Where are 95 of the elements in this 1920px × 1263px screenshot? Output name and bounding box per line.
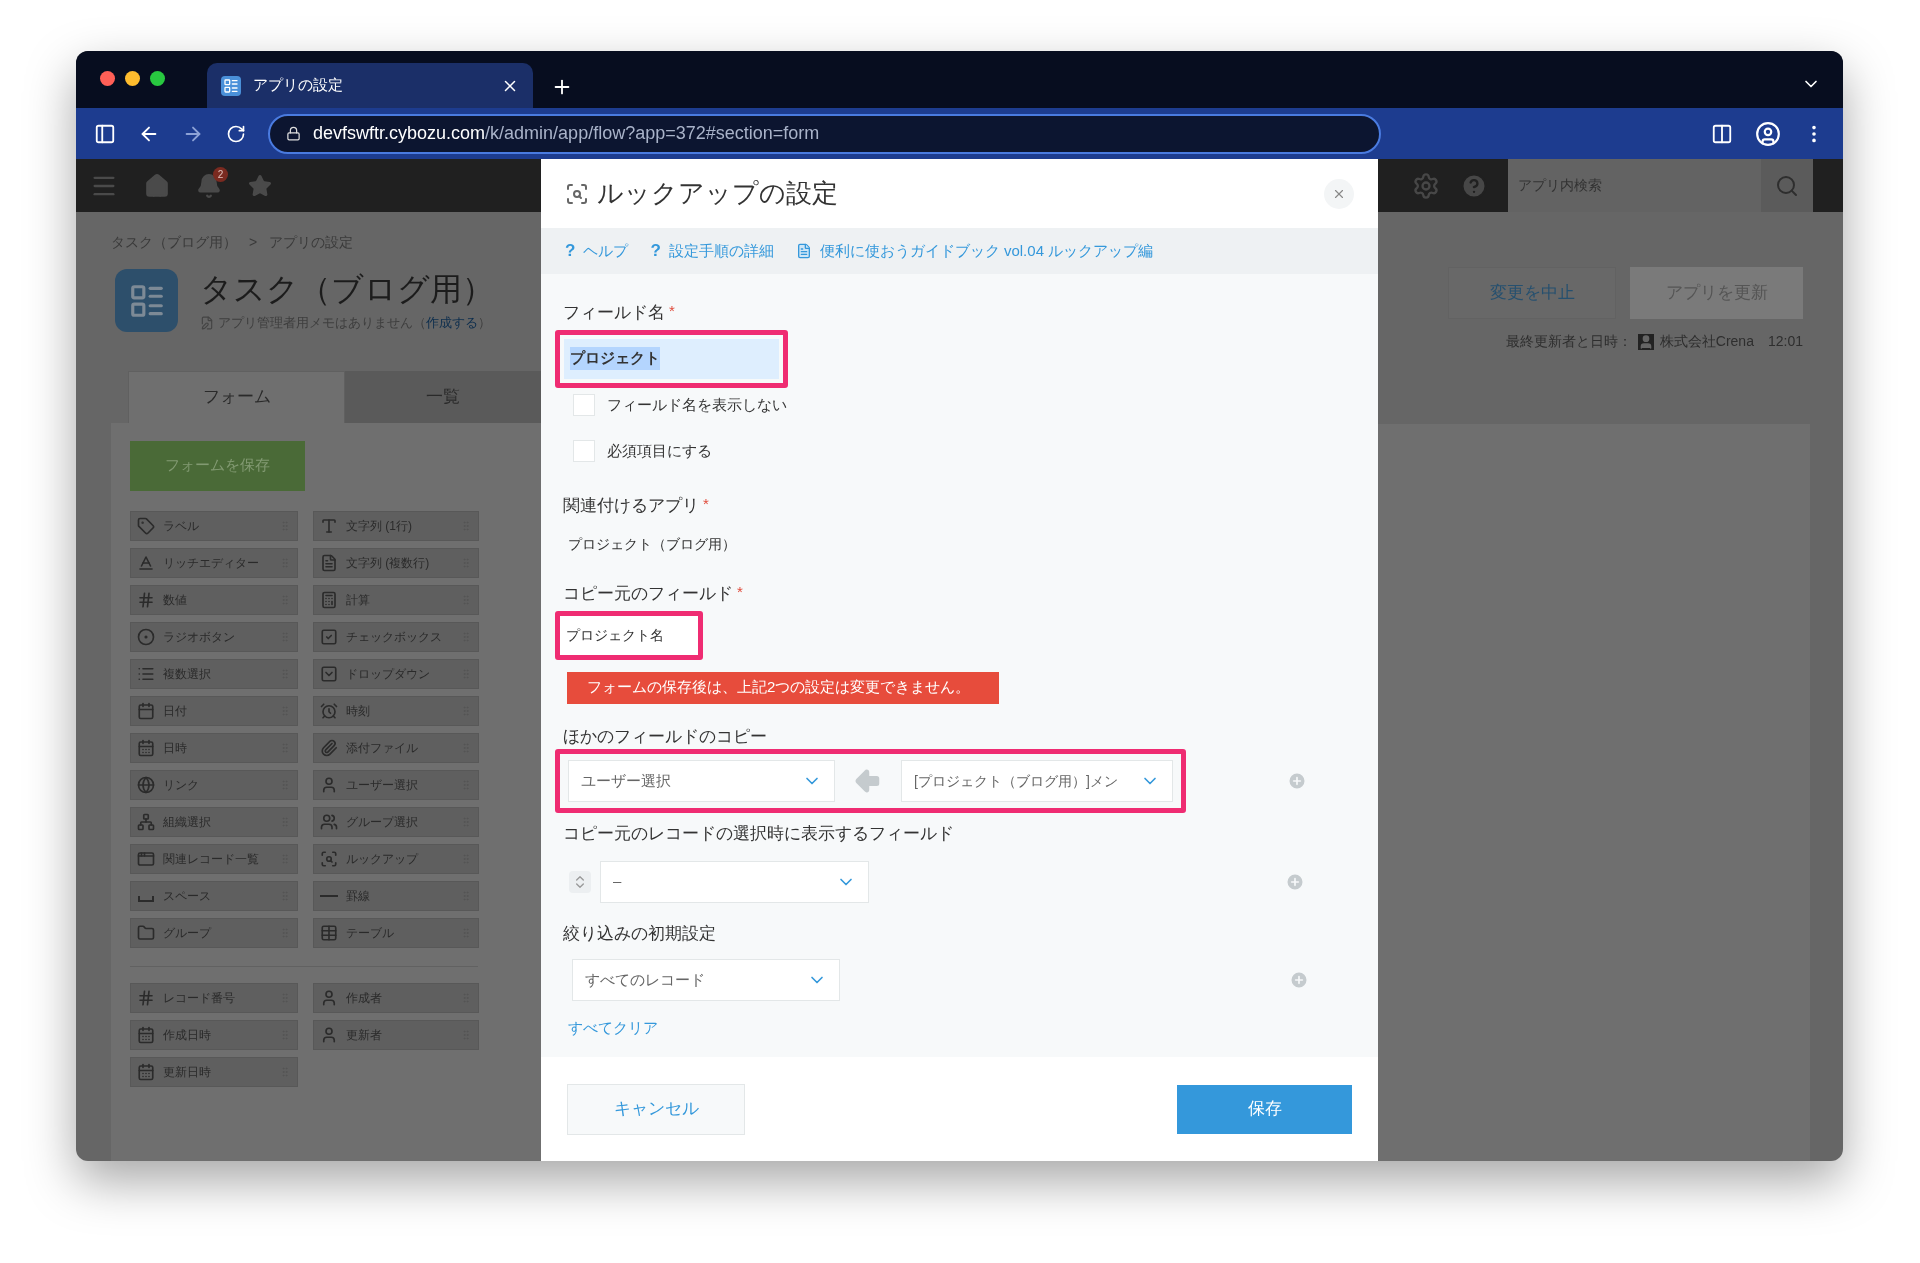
app-icon	[115, 269, 178, 332]
minimize-window-icon[interactable]	[125, 70, 140, 86]
globe-icon	[137, 775, 155, 794]
paperclip-icon	[320, 738, 338, 757]
select-field[interactable]: すべてのレコード	[572, 959, 840, 1001]
add-icon[interactable]	[1287, 771, 1307, 791]
last-updated-user: 株式会社Crena	[1659, 332, 1754, 351]
dropdown-icon	[320, 664, 338, 683]
question-icon: ?	[650, 238, 661, 264]
create-memo-link[interactable]: 作成する	[426, 315, 478, 330]
tag-icon	[137, 516, 155, 535]
clear-all-link[interactable]: すべてクリア	[568, 1017, 658, 1040]
field-name-input[interactable]: プロジェクト	[564, 338, 779, 379]
app-title: タスク（ブログ用）	[200, 270, 494, 309]
reload-icon[interactable]	[226, 123, 246, 144]
field-label: ほかのフィールドのコピー	[563, 726, 767, 746]
select-field[interactable]: –	[600, 860, 869, 903]
document-icon	[795, 243, 812, 259]
close-button[interactable]	[1324, 178, 1354, 209]
user-icon	[320, 775, 338, 794]
cancel-button[interactable]: キャンセル	[567, 1083, 745, 1135]
settings-icon[interactable]	[1412, 171, 1440, 200]
letter-icon	[137, 553, 155, 572]
url-text: devfswftr.cybozu.com/k/admin/app/flow?app=372#section=form	[313, 122, 820, 145]
sidebar-icon[interactable]	[94, 122, 116, 145]
table-icon	[320, 923, 338, 942]
checkbox[interactable]	[573, 440, 595, 463]
browser-tab[interactable]: アプリの設定	[207, 63, 533, 108]
warning-banner: フォームの保存後は、上記2つの設定は変更できません。	[567, 671, 999, 704]
calendar-icon	[137, 701, 155, 720]
related-app-value: プロジェクト（ブログ用）	[568, 535, 737, 554]
tab-title: アプリの設定	[253, 75, 344, 96]
calculator-icon	[320, 590, 338, 609]
radio-icon	[137, 627, 155, 646]
alarm-clock-icon	[320, 701, 338, 720]
close-window-icon[interactable]	[100, 70, 115, 86]
last-updated-time: 12:01	[1767, 332, 1803, 351]
search-icon	[1775, 173, 1799, 198]
star-icon[interactable]	[248, 173, 272, 198]
user-icon	[1637, 333, 1654, 350]
field-label: 関連付けるアプリ	[563, 494, 699, 517]
notification-badge: 2	[213, 166, 228, 182]
required-mark: *	[703, 493, 709, 514]
help-link[interactable]: ? 設定手順の詳細	[650, 238, 774, 264]
org-chart-icon	[137, 812, 155, 831]
folder-icon	[137, 923, 155, 942]
select-field[interactable]: [プロジェクト（ブログ用）]メン	[901, 760, 1173, 802]
help-link[interactable]: ? ヘルプ	[565, 238, 629, 264]
field-label: コピー元のレコードの選択時に表示するフィールド	[563, 824, 954, 843]
add-icon[interactable]	[1289, 970, 1309, 990]
lock-icon	[286, 126, 301, 141]
lookup-icon	[565, 181, 589, 206]
settings-tab[interactable]: フォーム	[128, 370, 345, 423]
field-label: 絞り込みの初期設定	[563, 923, 716, 943]
checkbox-icon	[320, 627, 338, 646]
home-icon[interactable]	[144, 172, 170, 199]
search-button[interactable]	[1761, 159, 1813, 212]
add-icon[interactable]	[1285, 871, 1305, 892]
lookup-icon	[320, 849, 338, 868]
question-icon: ?	[565, 238, 576, 264]
line-icon	[320, 894, 338, 897]
profile-icon[interactable]	[1755, 120, 1781, 147]
maximize-window-icon[interactable]	[150, 70, 165, 86]
hash-icon	[137, 590, 155, 609]
calendar-icon	[137, 1025, 155, 1044]
calendar-icon	[137, 1062, 155, 1081]
help-link[interactable]: 便利に使おうガイドブック vol.04 ルックアップ編	[795, 239, 1154, 263]
field-label: コピー元のフィールド	[563, 583, 733, 605]
memo-icon	[200, 315, 214, 330]
field-label: フィールド名	[563, 302, 665, 324]
dialog-title: ルックアップの設定	[597, 177, 838, 210]
window-icon	[137, 849, 155, 868]
select-field[interactable]: ユーザー選択	[568, 760, 835, 802]
checkbox-label: 必須項目にする	[607, 441, 712, 461]
save-button[interactable]: 保存	[1177, 1084, 1352, 1134]
required-mark: *	[669, 301, 675, 321]
source-field-value: プロジェクト名	[560, 615, 698, 655]
address-bar[interactable]: devfswftr.cybozu.com/k/admin/app/flow?app=372#section=form	[268, 113, 1381, 154]
space-icon	[138, 895, 154, 902]
split-view-icon[interactable]	[1711, 122, 1733, 145]
users-icon	[320, 812, 338, 831]
checkbox[interactable]	[573, 393, 595, 416]
user-icon	[320, 1025, 338, 1044]
app-favicon-icon	[221, 75, 241, 96]
checkbox-label: フィールド名を表示しない	[607, 394, 787, 415]
text-icon	[320, 516, 338, 535]
bell-icon[interactable]	[196, 172, 222, 199]
document-icon	[320, 553, 338, 572]
cancel-changes-button[interactable]: 変更を中止	[1448, 267, 1616, 319]
required-mark: *	[737, 582, 743, 602]
reorder-handle-icon[interactable]	[569, 870, 591, 893]
hash-icon	[137, 988, 155, 1007]
user-icon	[320, 988, 338, 1007]
calendar-icon	[137, 738, 155, 757]
breadcrumb-separator: >	[249, 233, 258, 252]
